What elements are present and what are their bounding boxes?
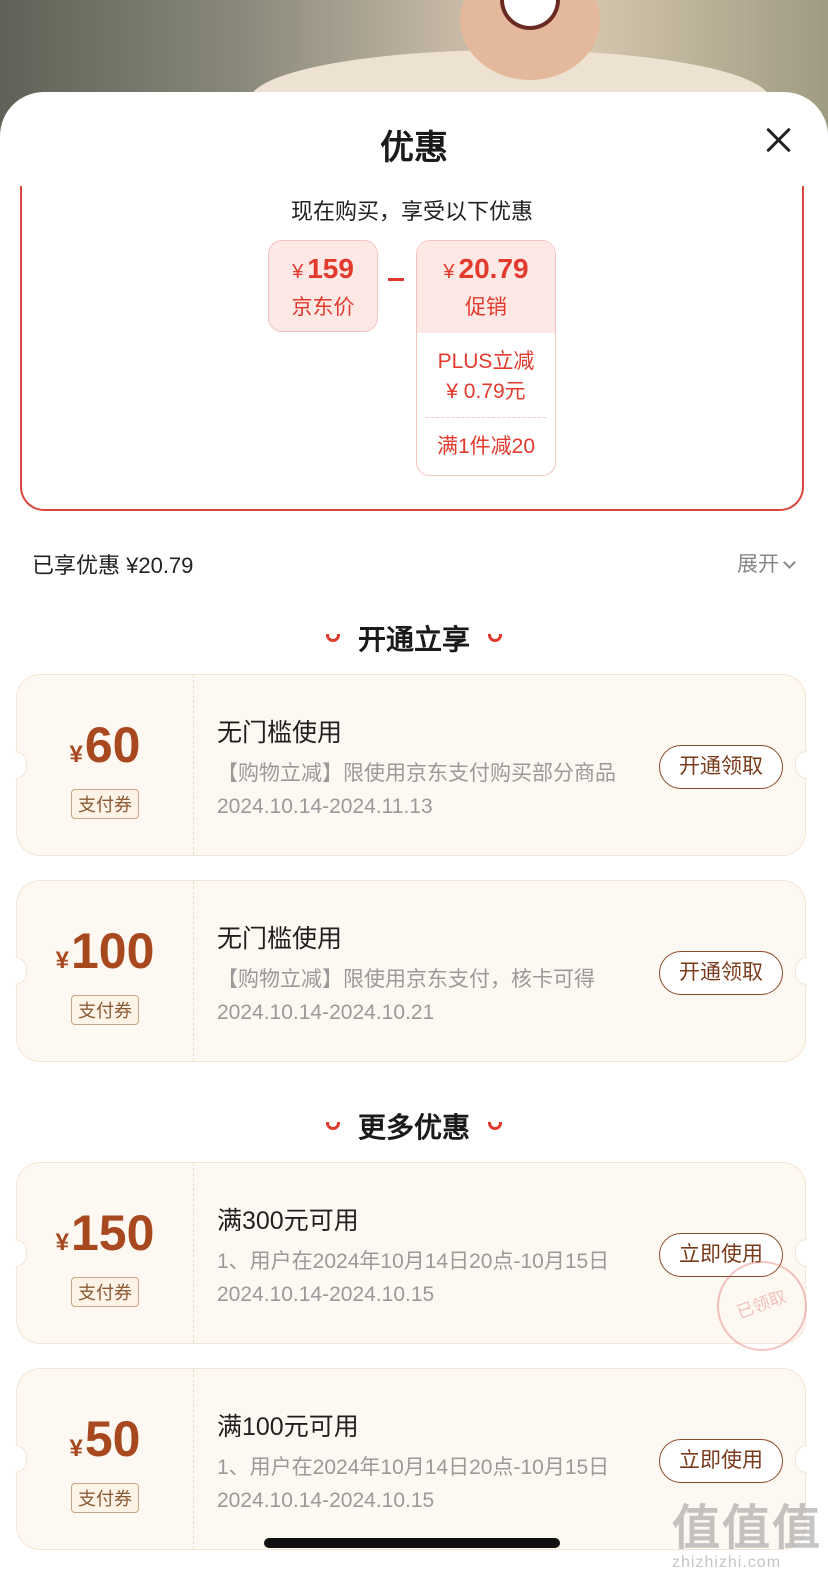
jd-price-amount: ¥159 [269,253,377,285]
expand-toggle[interactable]: 展开 [737,548,796,578]
coupon-value-block: ¥150 支付券 [17,1163,193,1343]
coupon-title: 满300元可用 [217,1207,359,1235]
plus-discount-line2: ¥ 0.79元 [446,380,526,403]
coupon-description: 1、用户在2024年10月14日20点-10月15日 [217,1456,610,1479]
site-watermark: 值值值 zhizhizhi.com [672,1488,822,1572]
coupon-type-tag: 支付券 [71,1277,139,1307]
smile-deco-icon [325,1121,340,1130]
coupon-validity: 2024.10.14-2024.10.15 [217,1283,435,1306]
home-indicator[interactable] [264,1538,560,1548]
coupon-card: ¥100 支付券 无门槛使用 【购物立减】限使用京东支付，核卡可得 2024.1… [15,880,807,1062]
coupon-value: ¥50 [17,1411,193,1477]
close-icon[interactable] [760,122,796,158]
promotion-label: 促销 [465,296,507,319]
currency-symbol: ¥ [443,261,455,283]
promotion-chip: ¥20.79 促销 PLUS立减 ¥ 0.79元 满1件减20 [416,240,556,476]
coupon-card: ¥60 支付券 无门槛使用 【购物立减】限使用京东支付购买部分商品 2024.1… [15,674,807,856]
coupon-separator [193,1369,194,1549]
coupon-value-block: ¥100 支付券 [17,881,193,1061]
coupon-value: ¥150 [17,1205,193,1271]
minus-sign [388,278,404,281]
currency-symbol: ¥ [55,947,69,974]
coupon-description: 【购物立减】限使用京东支付购买部分商品 [217,762,616,785]
expand-label: 展开 [737,553,779,576]
coupon-amount: 50 [84,1411,141,1467]
coupon-description: 1、用户在2024年10月14日20点-10月15日 [217,1250,610,1273]
smile-deco-icon [488,633,502,642]
coupon-notch [795,1239,807,1267]
sheet-title: 优惠 [380,129,448,167]
coupon-title: 满100元可用 [217,1413,359,1441]
full-reduce-discount: 满1件减20 [436,435,536,458]
chevron-down-icon [783,556,796,569]
promotion-head: ¥20.79 促销 [417,241,555,333]
jd-price-value: 159 [307,253,354,284]
currency-symbol: ¥ [55,1229,69,1256]
promotion-amount: ¥20.79 [417,253,555,285]
currency-symbol: ¥ [69,1435,83,1462]
coupon-value-block: ¥60 支付券 [17,675,193,855]
offers-sheet: 优惠 现在购买，享受以下优惠 ¥159 京东价 ¥20.79 促销 PLUS立减… [0,92,828,1582]
section-title-text: 开通立享 [357,624,470,655]
coupon-amount: 150 [70,1205,155,1261]
coupon-notch [795,751,807,779]
coupon-description: 【购物立减】限使用京东支付，核卡可得 [217,968,595,991]
coupon-separator [193,1163,194,1343]
coupon-type-tag: 支付券 [71,789,139,819]
smile-deco-icon [488,1121,502,1130]
coupon-type-tag: 支付券 [71,1483,139,1513]
coupon-value: ¥60 [17,717,193,783]
section-title-more-offers: 更多优惠 [0,1106,828,1146]
coupon-validity: 2024.10.14-2024.11.13 [217,795,433,818]
section-title-open-enjoy: 开通立享 [0,618,828,658]
section-title-text: 更多优惠 [357,1112,470,1143]
use-now-button[interactable]: 立即使用 [659,1439,783,1483]
open-claim-button[interactable]: 开通领取 [659,951,783,995]
coupon-separator [193,675,194,855]
coupon-title: 无门槛使用 [217,925,343,953]
coupon-validity: 2024.10.14-2024.10.21 [217,1001,435,1024]
coupon-title: 无门槛使用 [217,719,343,747]
coupon-validity: 2024.10.14-2024.10.15 [217,1489,435,1512]
coupon-value: ¥100 [17,923,193,989]
coupon-value-block: ¥50 支付券 [17,1369,193,1549]
coupon-amount: 100 [70,923,155,979]
currency-symbol: ¥ [292,261,304,283]
currency-symbol: ¥ [69,741,83,768]
plus-discount-line1: PLUS立减 [437,350,535,373]
promo-heading: 现在购买，享受以下优惠 [290,199,533,224]
coupon-notch [795,1445,807,1473]
coupon-separator [193,881,194,1061]
plus-discount: PLUS立减 ¥ 0.79元 [417,347,555,407]
coupon-type-tag: 支付券 [71,995,139,1025]
coupon-notch [795,957,807,985]
coupon-card: ¥150 支付券 满300元可用 1、用户在2024年10月14日20点-10月… [15,1162,820,1364]
jd-price-chip: ¥159 京东价 [268,240,378,332]
smile-deco-icon [325,633,340,642]
chip-divider [426,417,546,418]
watermark-logo: 值值值 [672,1502,823,1555]
open-claim-button[interactable]: 开通领取 [659,745,783,789]
enjoyed-discount-summary: 已享优惠 ¥20.79 [32,553,194,578]
coupon-amount: 60 [84,717,141,773]
promo-breakdown-box: 现在购买，享受以下优惠 ¥159 京东价 ¥20.79 促销 PLUS立减 ¥ … [20,186,804,511]
jd-price-label: 京东价 [291,296,355,319]
promotion-value: 20.79 [458,253,529,284]
